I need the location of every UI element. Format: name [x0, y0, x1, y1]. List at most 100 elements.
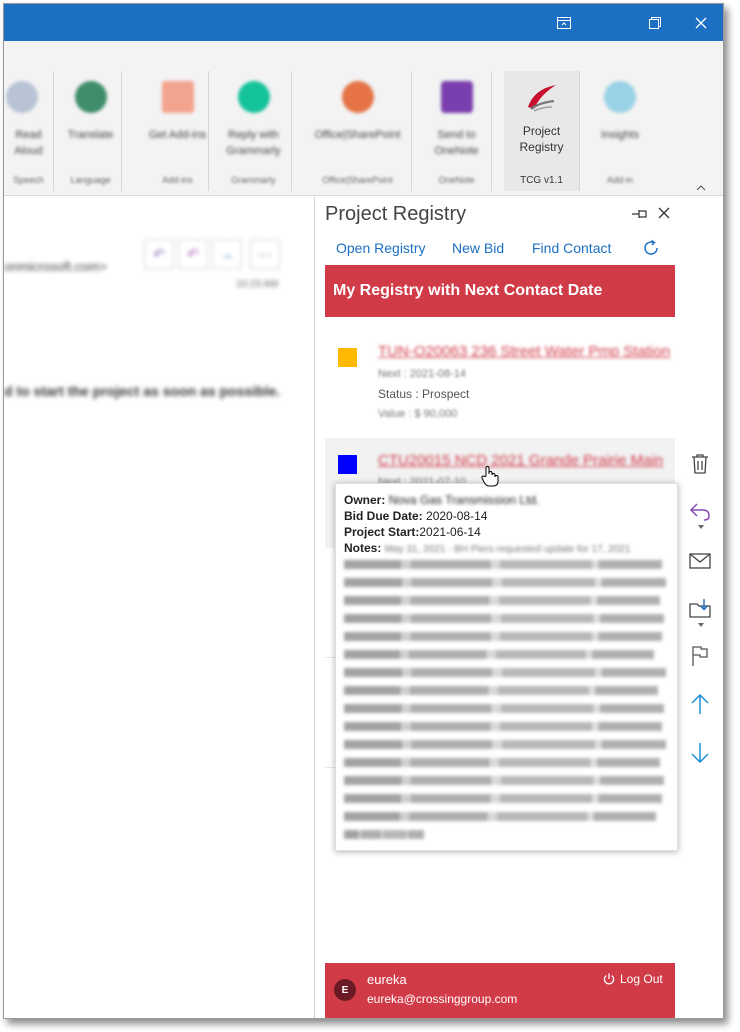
onenote-label: Send to OneNote: [434, 129, 479, 157]
notes-row: Notes: May 31, 2021 - BH Piers requested…: [344, 541, 630, 555]
owner-row: Owner: Nova Gas Transmission Ltd.: [344, 493, 539, 507]
notes-text-line: [344, 812, 656, 821]
avatar: E: [334, 979, 356, 1001]
pane-title: Project Registry: [325, 203, 467, 225]
more-actions-button[interactable]: ···: [250, 239, 280, 269]
list-item[interactable]: TUN-O20063 236 Street Water Pmp Station …: [325, 327, 675, 427]
reply-all-button[interactable]: ↶: [178, 239, 208, 269]
logout-label: Log Out: [620, 972, 663, 986]
read-aloud-label: Read Aloud: [14, 129, 43, 157]
project-start-label: Project Start:: [344, 525, 420, 539]
ribbon-group-office-sharepoint[interactable]: Office|SharePoint Office|SharePoint: [304, 71, 412, 191]
restore-window-button[interactable]: [541, 4, 587, 41]
status-color-square: [338, 348, 357, 367]
arrow-up-icon[interactable]: [688, 692, 712, 716]
email-sender: onmicrosoft.com>: [4, 259, 107, 274]
project-registry-label-line2: Registry: [519, 140, 564, 154]
bid-due-label: Bid Due Date:: [344, 509, 423, 523]
user-footer: E eureka eureka@crossinggroup.com Log Ou…: [325, 963, 675, 1018]
project-status: Status : Prospect: [378, 387, 470, 401]
notes-value: May 31, 2021 - BH Piers requested update…: [384, 544, 631, 555]
ribbon-group-language[interactable]: Translate Language: [60, 71, 122, 191]
tcg-group-label: TCG v1.1: [520, 175, 563, 186]
notes-text-line: [344, 830, 424, 839]
office-sharepoint-label: Office|SharePoint: [314, 129, 401, 141]
addins-group-label: Add-ins: [162, 175, 193, 185]
arrow-down-icon[interactable]: [688, 741, 712, 765]
project-details-tooltip: Owner: Nova Gas Transmission Ltd. Bid Du…: [335, 483, 678, 851]
close-icon: [695, 17, 707, 28]
find-contact-link[interactable]: Find Contact: [532, 240, 611, 256]
forward-button[interactable]: →: [212, 239, 242, 269]
chevron-down-icon[interactable]: [698, 623, 704, 627]
outlook-window: Read Aloud Speech Translate Language Get…: [3, 3, 724, 1019]
notes-text-line: [344, 704, 664, 713]
language-group-label: Language: [70, 175, 111, 185]
notes-text-line: [344, 632, 662, 641]
reply-icon[interactable]: [688, 500, 712, 524]
project-registry-icon: [528, 85, 556, 112]
pane-close-icon[interactable]: [658, 207, 670, 219]
email-body: d to start the project as soon as possib…: [4, 383, 281, 399]
forward-icon: →: [220, 246, 234, 262]
mail-icon[interactable]: [688, 549, 712, 573]
onenote-icon: [441, 81, 473, 113]
translate-label: Translate: [67, 129, 114, 141]
office-sharepoint-icon: [342, 81, 374, 113]
refresh-icon[interactable]: [642, 239, 660, 257]
ribbon-group-speech[interactable]: Read Aloud Speech: [4, 71, 54, 191]
project-start-value: 2021-06-14: [419, 525, 481, 539]
close-window-button[interactable]: [678, 4, 723, 41]
more-icon: ···: [258, 246, 272, 262]
logout-button[interactable]: Log Out: [603, 972, 663, 986]
insights-label: Insights: [601, 129, 639, 141]
notes-text-line: [344, 578, 666, 587]
flag-icon[interactable]: [688, 644, 712, 668]
ribbon: Read Aloud Speech Translate Language Get…: [4, 41, 723, 196]
notes-text-line: [344, 614, 664, 623]
collapse-ribbon-icon[interactable]: [696, 184, 706, 191]
user-name: eureka: [367, 972, 407, 987]
notes-text-line: [344, 596, 660, 605]
user-email: eureka@crossinggroup.com: [367, 992, 518, 1006]
read-aloud-icon: [6, 81, 38, 113]
notes-text-line: [344, 740, 666, 749]
ribbon-group-grammarly[interactable]: Reply with Grammarly Grammarly: [216, 71, 292, 191]
notes-label: Notes:: [344, 541, 382, 555]
delete-icon[interactable]: [688, 452, 712, 476]
restore-button[interactable]: [632, 4, 678, 41]
notes-text-line: [344, 794, 662, 803]
ribbon-group-tcg[interactable]: Project Registry TCG v1.1: [504, 71, 580, 191]
owner-label: Owner:: [344, 493, 386, 507]
project-title-link[interactable]: TUN-O20063 236 Street Water Pmp Station: [378, 343, 675, 360]
next-contact-date: Next : 2021-08-14: [378, 368, 467, 380]
grammarly-label: Reply with Grammarly: [226, 129, 281, 157]
insights-group-label: Add-in: [606, 175, 633, 185]
chevron-down-icon[interactable]: [698, 525, 704, 529]
office-sharepoint-group-label: Office|SharePoint: [322, 175, 393, 185]
ribbon-group-insights[interactable]: Insights Add-in: [586, 71, 654, 191]
project-registry-pane: Project Registry Open Registry New Bid F…: [316, 197, 723, 1018]
reply-button[interactable]: ↶: [144, 239, 174, 269]
open-registry-link[interactable]: Open Registry: [336, 240, 425, 256]
project-registry-label: Project Registry: [504, 123, 579, 155]
ribbon-group-onenote[interactable]: Send to OneNote OneNote: [422, 71, 492, 191]
insights-icon: [604, 81, 636, 113]
project-registry-label-line1: Project: [522, 124, 561, 138]
bid-due-row: Bid Due Date: 2020-08-14: [344, 509, 487, 523]
ribbon-group-addins[interactable]: Get Add-ins Add-ins: [147, 71, 209, 191]
email-reading-pane: onmicrosoft.com> ↶ ↶ → ··· 10:23 AM d to…: [4, 197, 315, 1018]
pin-icon[interactable]: [631, 208, 649, 220]
translate-icon: [75, 81, 107, 113]
title-bar: [4, 4, 723, 41]
status-color-square: [338, 455, 357, 474]
new-bid-link[interactable]: New Bid: [452, 240, 504, 256]
notes-text-line: [344, 668, 666, 677]
move-to-folder-icon[interactable]: [688, 597, 712, 621]
hand-cursor-icon: [481, 466, 499, 487]
reply-icon: ↶: [153, 245, 165, 262]
get-addins-label: Get Add-ins: [148, 129, 207, 141]
grammarly-icon: [238, 81, 270, 113]
notes-text-line: [344, 686, 658, 695]
project-title-link[interactable]: CTU20015 NCD 2021 Grande Prairie Main: [378, 452, 675, 469]
